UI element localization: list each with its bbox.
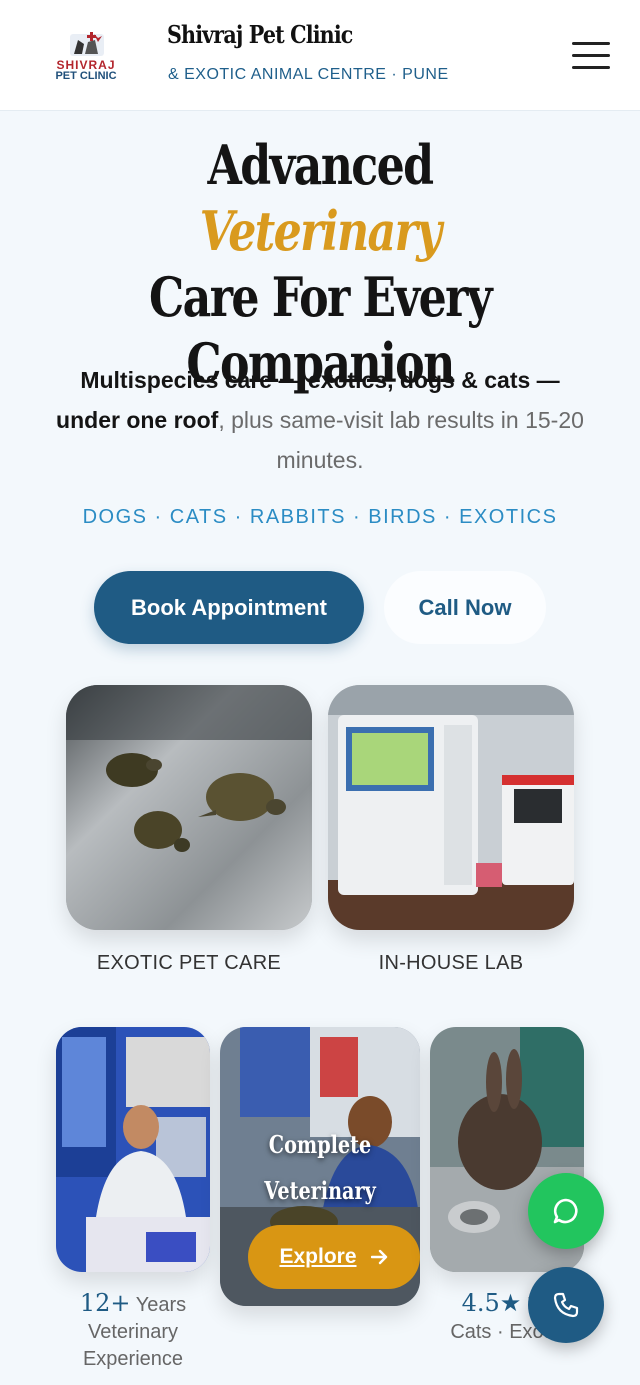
- hero-title-part1: Advanced: [207, 133, 435, 197]
- in-house-lab-caption: IN-HOUSE LAB: [378, 952, 524, 974]
- chat-bubble-icon: [553, 1198, 578, 1224]
- clinic-logo[interactable]: SHIVRAJ PET CLINIC: [50, 28, 122, 86]
- explore-label: Explore: [279, 1245, 357, 1268]
- experience-stat: 12+ Years Veterinary Experience: [56, 1290, 210, 1373]
- call-now-button[interactable]: Call Now: [384, 571, 546, 644]
- whatsapp-chat-button[interactable]: [528, 1173, 604, 1249]
- brand-tagline: & EXOTIC ANIMAL CENTRE · PUNE: [168, 66, 449, 83]
- book-appointment-button[interactable]: Book Appointment: [94, 571, 364, 644]
- hero-title-accent: Veterinary: [199, 199, 442, 263]
- lab-machines-photo: [328, 685, 574, 930]
- species-list: DOGS · CATS · RABBITS · BIRDS · EXOTICS: [82, 506, 558, 528]
- logo-pets-icon: [70, 32, 104, 56]
- exotic-pet-care-card[interactable]: [66, 685, 312, 930]
- exotic-pet-care-caption: EXOTIC PET CARE: [96, 952, 282, 974]
- turtles-photo: [66, 685, 312, 930]
- site-header: SHIVRAJ PET CLINIC Shivraj Pet Clinic & …: [0, 0, 640, 111]
- complete-care-card[interactable]: Complete Veterinary Care Explore: [220, 1027, 420, 1306]
- hero-title-line2: Care For Every: [149, 265, 493, 329]
- doctor-card[interactable]: [56, 1027, 210, 1272]
- experience-word: Years: [135, 1294, 187, 1316]
- phone-icon: [553, 1292, 579, 1318]
- phone-call-button[interactable]: [528, 1267, 604, 1343]
- experience-number: 12+: [79, 1289, 131, 1317]
- hero-title: Advanced Veterinary Care For Every Compa…: [40, 132, 600, 396]
- in-house-lab-card[interactable]: [328, 685, 574, 930]
- explore-button[interactable]: Explore: [248, 1225, 420, 1289]
- logo-text-pet-clinic: PET CLINIC: [55, 70, 117, 82]
- arrow-right-icon: [370, 1249, 387, 1265]
- doctor-photo: [56, 1027, 210, 1272]
- hamburger-menu-icon[interactable]: [572, 40, 612, 72]
- hero-subtitle: Multispecies care — exotics, dogs & cats…: [50, 360, 590, 480]
- hero-subtitle-rest: , plus same-visit lab results in 15-20 m…: [218, 407, 584, 473]
- brand-name[interactable]: Shivraj Pet Clinic: [167, 20, 353, 49]
- experience-line2: Veterinary: [87, 1321, 179, 1343]
- featured-title-line1: Complete: [268, 1130, 372, 1159]
- experience-line3: Experience: [82, 1348, 184, 1370]
- rating-number: 4.5★: [461, 1290, 522, 1317]
